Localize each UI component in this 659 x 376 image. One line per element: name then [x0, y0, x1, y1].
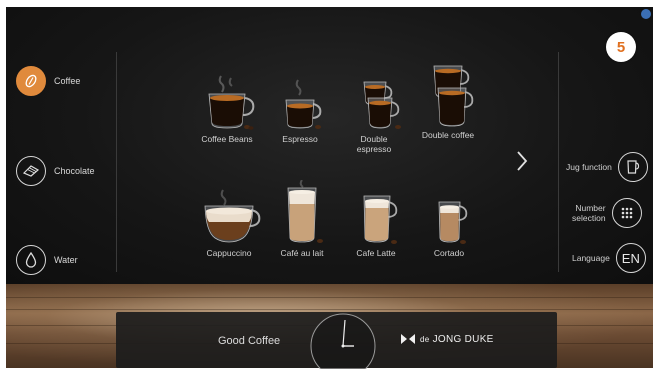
drink-espresso[interactable]: Espresso [260, 72, 340, 144]
language-indicator: EN [615, 243, 646, 273]
brand-title: JONG DUKE [432, 333, 494, 345]
drink-cappuccino[interactable]: Cappuccino [189, 188, 269, 258]
cafe-au-lait-glass-icon [287, 180, 323, 243]
drink-label: Café au lait [280, 248, 324, 258]
sidebar-item-chocolate[interactable]: Chocolate [16, 156, 95, 186]
drink-double-coffee[interactable]: Double coffee [408, 60, 488, 140]
espresso-glass-icon [285, 79, 322, 129]
sidebar-item-label: Coffee [54, 76, 81, 86]
brand-name: de JONG DUKE [420, 334, 494, 345]
brand-mark-icon [401, 334, 415, 344]
jug-icon [617, 152, 648, 182]
clock-icon [310, 313, 376, 369]
water-drop-icon [16, 245, 46, 275]
number-label-line1: Number [575, 203, 606, 213]
language-button[interactable]: Language EN [572, 243, 646, 273]
wood-grain [6, 309, 653, 310]
sidebar-item-label: Chocolate [54, 166, 95, 176]
drink-label: Double coffee [421, 130, 475, 140]
number-selection-label: Number selection [572, 203, 606, 223]
latte-glass-icon [363, 195, 398, 244]
drink-cortado[interactable]: Cortado [409, 194, 489, 258]
language-label: Language [572, 253, 610, 263]
drink-coffee-beans[interactable]: Coffee Beans [187, 72, 267, 144]
corner-indicator [641, 9, 651, 19]
drink-label: Coffee Beans [201, 134, 253, 144]
step-badge: 5 [606, 32, 636, 62]
sidebar-item-coffee[interactable]: Coffee [16, 66, 80, 96]
wood-grain [6, 297, 653, 298]
chevron-right-icon[interactable] [515, 150, 529, 172]
cappuccino-cup-icon [204, 189, 261, 243]
slogan-text: Good Coffee [218, 335, 281, 347]
sidebar-item-label: Water [54, 255, 78, 265]
language-value: EN [621, 250, 640, 266]
jug-function-button[interactable]: Jug function [566, 152, 648, 182]
drink-cafe-latte[interactable]: Cafe Latte [336, 188, 416, 258]
cortado-glass-icon [438, 201, 468, 244]
left-divider [116, 52, 117, 272]
drink-label: Cafe Latte [356, 248, 396, 258]
double-espresso-glass-icon [363, 81, 401, 129]
drink-label: Cappuccino [206, 248, 252, 258]
number-selection-button[interactable]: Number selection [572, 198, 642, 228]
brand-logo: de JONG DUKE [400, 333, 494, 345]
drink-label: Espresso [282, 134, 318, 144]
coffee-bean-icon [16, 66, 46, 96]
black-coffee-cup-icon [208, 75, 255, 130]
double-coffee-cup-icon [433, 65, 474, 127]
drink-label: Double espresso [356, 134, 392, 154]
drink-double-espresso[interactable]: Double espresso [334, 72, 414, 154]
chocolate-bar-icon [16, 156, 46, 186]
drink-cafe-au-lait[interactable]: Café au lait [262, 180, 342, 258]
drink-label: Cortado [433, 248, 465, 258]
number-label-line2: selection [572, 213, 606, 223]
brand-prefix: de [420, 334, 430, 344]
dots-grid-icon [611, 198, 642, 228]
sidebar-item-water[interactable]: Water [16, 245, 78, 275]
jug-function-label: Jug function [566, 162, 612, 172]
right-divider [558, 52, 559, 272]
